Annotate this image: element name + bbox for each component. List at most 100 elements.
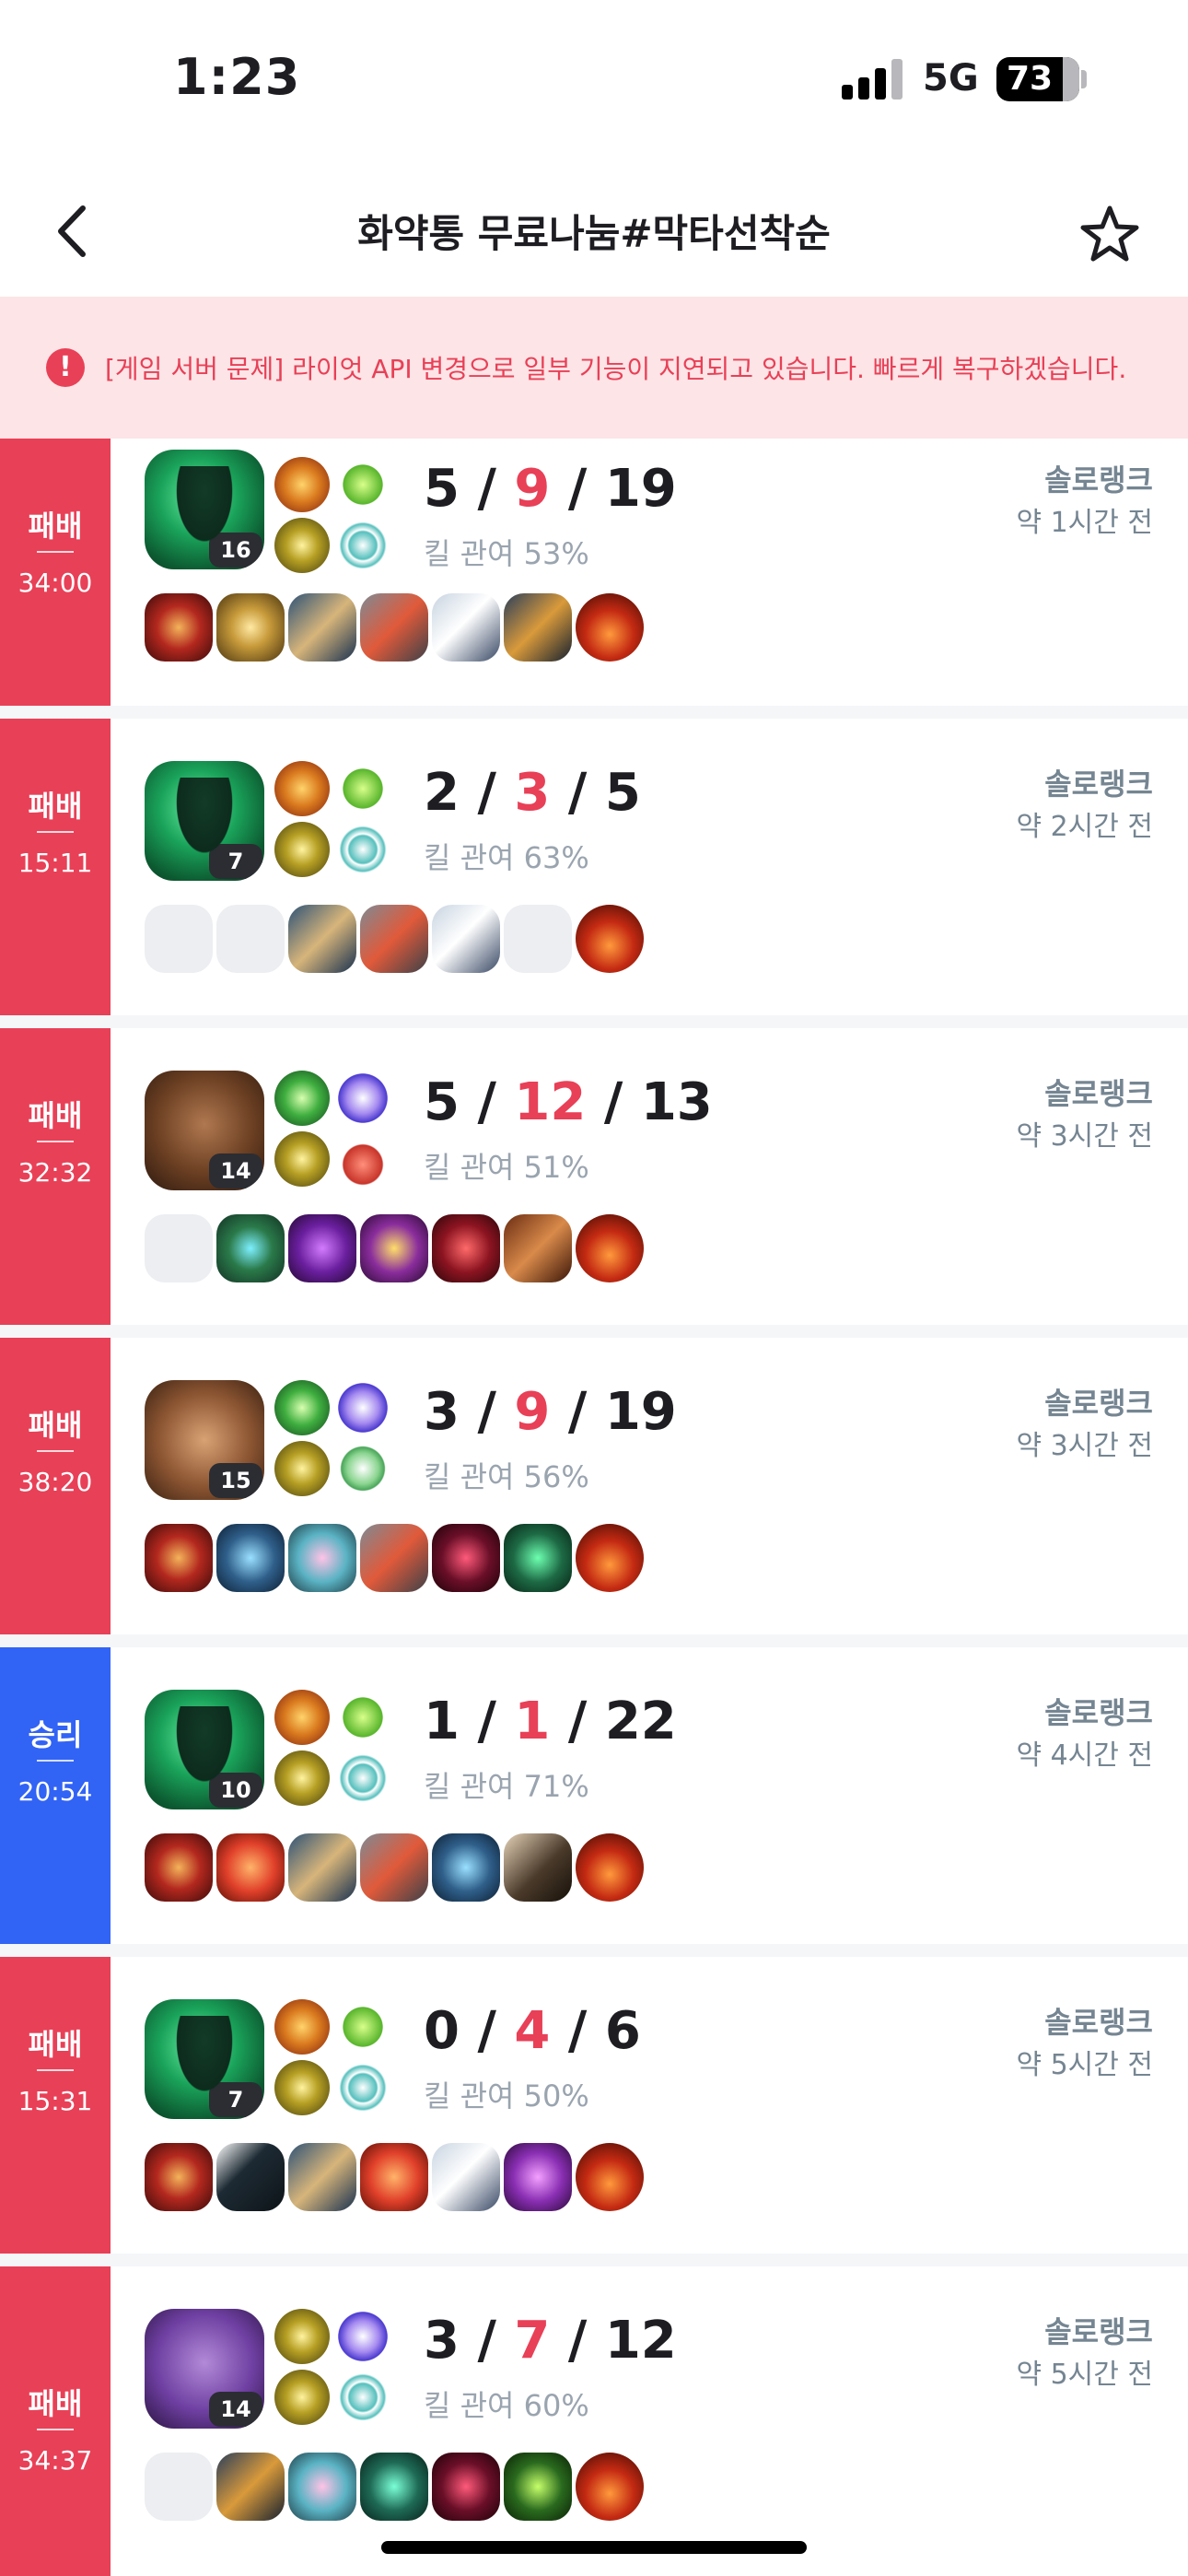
item-icon	[432, 905, 500, 973]
item-icon	[360, 1833, 428, 1902]
result-label: 패배	[28, 1408, 83, 1443]
trinket-icon	[576, 905, 644, 973]
kill-participation: 킬 관여 60%	[424, 2388, 589, 2423]
queue-type: 솔로랭크	[1044, 1386, 1153, 1421]
divider	[0, 706, 1188, 719]
status-bar: 1:23 5G 73	[0, 0, 1188, 166]
result-bar: 패배 34:37	[0, 2266, 111, 2576]
summoner-spell-icon	[274, 457, 330, 512]
kda: 3 / 7 / 12	[424, 2311, 677, 2371]
champion-level: 7	[209, 2082, 262, 2117]
kills: 3	[424, 1382, 460, 1442]
champion-icon: 14	[145, 1071, 264, 1190]
time-ago: 약 3시간 전	[1016, 1430, 1153, 1462]
item-icon	[360, 1214, 428, 1282]
summoner-spell-icon	[274, 2309, 330, 2364]
game-duration: 20:54	[17, 1776, 93, 1807]
item-icon	[288, 1524, 356, 1592]
primary-rune-icon	[335, 457, 390, 512]
trinket-icon	[576, 2453, 644, 2521]
kda: 3 / 9 / 19	[424, 1382, 677, 1442]
result-divider	[37, 551, 74, 553]
item-icon	[432, 1833, 500, 1902]
item-icon	[504, 1524, 572, 1592]
match-card[interactable]: 패배 15:31 7 0 / 4 / 6 킬 관여 50% 솔로랭크 약 5시간…	[0, 1957, 1188, 2254]
champion-level: 15	[209, 1463, 262, 1498]
kill-participation: 킬 관여 51%	[424, 1150, 589, 1185]
champion-icon: 15	[145, 1380, 264, 1500]
primary-rune-icon	[335, 1071, 390, 1126]
item-icon	[360, 1524, 428, 1592]
result-bar: 패배 15:11	[0, 719, 111, 1015]
secondary-rune-icon	[335, 2370, 390, 2425]
kill-participation: 킬 관여 56%	[424, 1459, 589, 1494]
favorite-button[interactable]	[1077, 203, 1142, 267]
time-ago: 약 5시간 전	[1016, 2049, 1153, 2081]
assists: 19	[604, 459, 677, 519]
item-icon	[145, 1833, 213, 1902]
result-label: 패배	[28, 509, 83, 544]
result-label: 승리	[28, 1717, 83, 1752]
match-card[interactable]: 패배 15:11 7 2 / 3 / 5 킬 관여 63% 솔로랭크 약 2시간…	[0, 719, 1188, 1015]
kills: 5	[424, 459, 460, 519]
item-icon	[288, 1833, 356, 1902]
champion-icon: 14	[145, 2309, 264, 2429]
item-icon	[360, 593, 428, 662]
match-card[interactable]: 패배 32:32 14 5 / 12 / 13 킬 관여 51% 솔로랭크 약 …	[0, 1028, 1188, 1325]
kills: 3	[424, 2311, 460, 2371]
empty-item-slot	[145, 1214, 213, 1282]
item-build	[145, 2453, 644, 2521]
trinket-icon	[576, 593, 644, 662]
summoner-spell-icon	[274, 1131, 330, 1187]
divider	[0, 1634, 1188, 1647]
item-icon	[288, 2453, 356, 2521]
item-build	[145, 2143, 644, 2211]
kill-participation: 킬 관여 50%	[424, 2078, 589, 2113]
item-icon	[504, 1214, 572, 1282]
kda: 1 / 1 / 22	[424, 1692, 677, 1751]
star-icon	[1080, 205, 1139, 262]
item-icon	[504, 2143, 572, 2211]
empty-item-slot	[145, 2453, 213, 2521]
game-duration: 15:11	[17, 848, 93, 878]
result-bar: 승리 20:54	[0, 1647, 111, 1944]
kill-participation: 킬 관여 71%	[424, 1769, 589, 1804]
battery-icon: 73	[996, 57, 1079, 101]
result-label: 패배	[28, 2027, 83, 2062]
kda: 0 / 4 / 6	[424, 2001, 641, 2061]
trinket-icon	[576, 1214, 644, 1282]
queue-type: 솔로랭크	[1044, 767, 1153, 802]
item-icon	[432, 2453, 500, 2521]
match-card[interactable]: 패배 38:20 15 3 / 9 / 19 킬 관여 56% 솔로랭크 약 3…	[0, 1338, 1188, 1634]
summoner-spell-icon	[274, 2060, 330, 2115]
game-duration: 38:20	[17, 1467, 93, 1497]
match-card[interactable]: 패배 34:00 16 5 / 9 / 19 킬 관여 53% 솔로랭크 약 1…	[0, 439, 1188, 706]
item-icon	[360, 2453, 428, 2521]
time-ago: 약 2시간 전	[1016, 811, 1153, 843]
match-card[interactable]: 패배 34:37 14 3 / 7 / 12 킬 관여 60% 솔로랭크 약 5…	[0, 2266, 1188, 2576]
home-indicator[interactable]	[381, 2541, 807, 2554]
item-icon	[216, 2453, 285, 2521]
item-icon	[216, 2143, 285, 2211]
item-build	[145, 1524, 644, 1592]
summoner-spell-icon	[274, 1071, 330, 1126]
secondary-rune-icon	[335, 822, 390, 877]
match-card[interactable]: 승리 20:54 10 1 / 1 / 22 킬 관여 71% 솔로랭크 약 4…	[0, 1647, 1188, 1944]
item-icon	[360, 2143, 428, 2211]
battery-tip	[1081, 70, 1087, 88]
champion-level: 7	[209, 844, 262, 879]
kills: 2	[424, 763, 460, 823]
primary-rune-icon	[335, 1690, 390, 1745]
result-bar: 패배 32:32	[0, 1028, 111, 1325]
divider	[0, 1015, 1188, 1028]
item-icon	[216, 593, 285, 662]
summoner-spell-icon	[274, 822, 330, 877]
secondary-rune-icon	[335, 1751, 390, 1806]
item-icon	[288, 1214, 356, 1282]
assists: 5	[604, 763, 641, 823]
trinket-icon	[576, 2143, 644, 2211]
queue-type: 솔로랭크	[1044, 1695, 1153, 1730]
queue-type: 솔로랭크	[1044, 2314, 1153, 2349]
result-divider	[37, 1450, 74, 1452]
summoner-spell-icon	[274, 518, 330, 573]
